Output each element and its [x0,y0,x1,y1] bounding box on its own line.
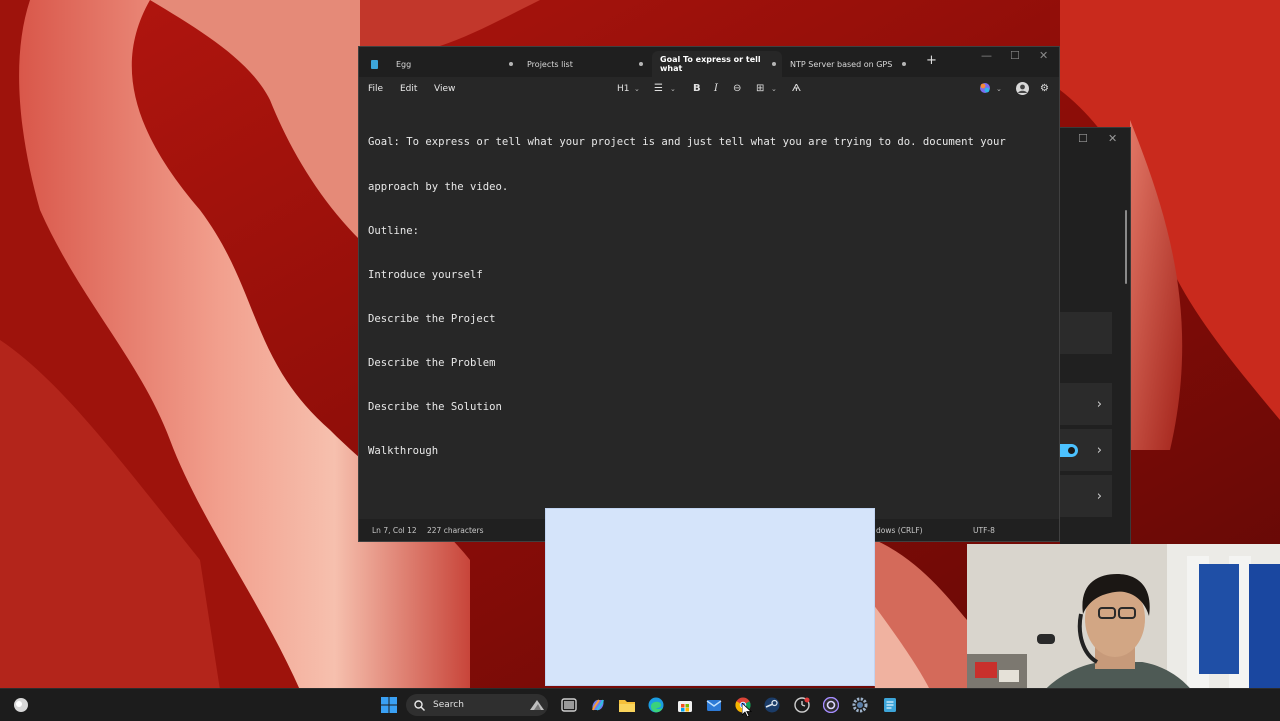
tab-label: NTP Server based on GPS [790,59,893,69]
tab-bar: Egg Projects list Goal To express or tel… [359,47,1059,77]
text-editor[interactable]: Goal: To express or tell what your proje… [368,106,1048,488]
obs-icon[interactable] [822,696,840,714]
account-avatar-icon[interactable] [1016,82,1029,98]
tab-goal[interactable]: Goal To express or tell what [652,51,782,77]
menu-file[interactable]: File [368,84,383,94]
editor-line: Walkthrough [368,445,439,458]
chevron-right-icon: › [1096,489,1102,504]
unsaved-dot-icon [772,62,776,66]
menu-view[interactable]: View [434,84,455,94]
list-icon[interactable]: ☰ [654,83,663,94]
background-settings-window[interactable]: ☐ ✕ › › › [1060,127,1131,547]
taskbar-search-box[interactable]: Search [406,694,548,716]
tab-projects-list[interactable]: Projects list [519,51,649,77]
encoding[interactable]: UTF-8 [973,526,995,535]
editor-line: Describe the Problem [368,356,496,369]
tab-egg[interactable]: Egg [363,51,519,77]
settings-gear-icon[interactable]: ⚙ [1040,83,1049,94]
character-count: 227 characters [427,526,484,535]
maximize-button[interactable]: ☐ [1010,49,1020,62]
chevron-right-icon: › [1096,397,1102,412]
file-explorer-icon[interactable] [618,696,636,714]
heading-dropdown[interactable]: H1 [617,84,630,94]
link-icon[interactable]: ⊖ [733,83,741,94]
settings-row[interactable]: › [1060,383,1112,425]
windows-start-icon[interactable] [380,696,398,714]
editor-line: Outline: [368,224,420,237]
taskbar: Search [0,688,1280,721]
italic-icon[interactable]: I [714,83,718,94]
widgets-icon[interactable] [12,696,30,714]
tab-label: Projects list [527,59,573,69]
chevron-down-icon: ⌄ [996,85,1002,93]
task-view-icon[interactable] [560,696,578,714]
store-icon[interactable] [676,696,694,714]
edge-icon[interactable] [647,696,665,714]
chevron-down-icon: ⌄ [634,85,640,93]
tab-label: Egg [396,59,412,69]
search-label: Search [433,700,464,710]
minimize-button[interactable]: — [981,49,992,62]
copilot-icon[interactable] [979,82,991,97]
mail-icon[interactable] [705,696,723,714]
editor-line: Describe the Project [368,312,496,325]
cursor-position: Ln 7, Col 12 [372,526,417,535]
editor-line: Describe the Solution [368,401,502,414]
notepad-icon [371,59,378,69]
clear-formatting-icon[interactable]: Ѧ [792,83,801,94]
unsaved-dot-icon [509,62,513,66]
toggle-switch[interactable] [1060,444,1078,457]
close-icon[interactable]: ✕ [1108,132,1117,145]
settings-row[interactable]: › [1060,475,1112,517]
search-icon [414,699,425,711]
search-highlight-icon [528,696,546,714]
line-ending[interactable]: dows (CRLF) [876,526,923,535]
snipping-overlay [545,508,875,686]
notepad-window[interactable]: Egg Projects list Goal To express or tel… [358,46,1060,542]
close-button[interactable]: ✕ [1039,49,1048,62]
maximize-icon[interactable]: ☐ [1078,132,1088,145]
mouse-cursor-icon [742,703,752,717]
chevron-down-icon: ⌄ [771,85,777,93]
scrollbar[interactable] [1125,210,1127,284]
bold-icon[interactable]: B [693,83,701,94]
menu-bar: File Edit View H1 ⌄ ☰ ⌄ B I ⊖ ⊞ ⌄ Ѧ ⌄ ⚙ [359,77,1059,103]
table-icon[interactable]: ⊞ [756,83,764,94]
editor-line: Goal: To express or tell what your proje… [368,136,1006,149]
settings-icon[interactable] [851,696,869,714]
notepad-icon[interactable] [881,696,899,714]
chevron-right-icon: › [1096,443,1102,458]
clock-app-icon[interactable] [793,696,811,714]
unsaved-dot-icon [902,62,906,66]
steam-icon[interactable] [763,696,781,714]
chevron-down-icon: ⌄ [670,85,676,93]
unsaved-dot-icon [639,62,643,66]
settings-panel-row [1060,312,1112,354]
editor-line: approach by the video. [368,180,509,193]
copilot-icon[interactable] [589,696,607,714]
new-tab-button[interactable]: + [926,53,937,68]
tab-ntp-server[interactable]: NTP Server based on GPS [782,51,912,77]
tab-label: Goal To express or tell what [660,55,761,73]
editor-line: Introduce yourself [368,268,483,281]
menu-edit[interactable]: Edit [400,84,417,94]
